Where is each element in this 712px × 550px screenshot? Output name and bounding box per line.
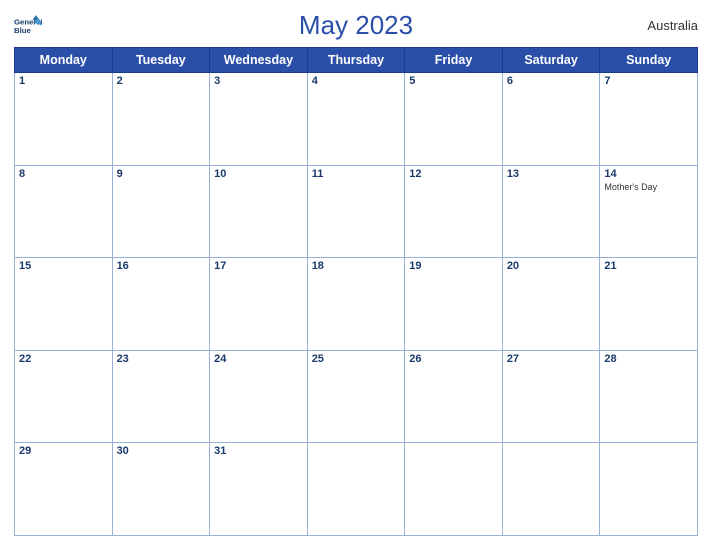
calendar-day-cell — [307, 443, 405, 536]
calendar-day-cell: 22 — [15, 350, 113, 443]
day-number: 25 — [312, 353, 401, 365]
calendar-week-row: 1234567 — [15, 73, 698, 166]
day-number: 2 — [117, 75, 206, 87]
day-number: 13 — [507, 168, 596, 180]
calendar-table: Monday Tuesday Wednesday Thursday Friday… — [14, 47, 698, 536]
day-number: 16 — [117, 260, 206, 272]
header-monday: Monday — [15, 48, 113, 73]
day-number: 23 — [117, 353, 206, 365]
calendar-day-cell: 20 — [502, 258, 600, 351]
header-saturday: Saturday — [502, 48, 600, 73]
calendar-day-cell: 30 — [112, 443, 210, 536]
calendar-day-cell: 28 — [600, 350, 698, 443]
calendar-day-cell: 15 — [15, 258, 113, 351]
calendar-day-cell: 31 — [210, 443, 308, 536]
day-number: 1 — [19, 75, 108, 87]
header-thursday: Thursday — [307, 48, 405, 73]
day-number: 12 — [409, 168, 498, 180]
event-label: Mother's Day — [604, 182, 693, 192]
calendar-week-row: 22 23 24 25 26 27 28 — [15, 350, 698, 443]
calendar-day-cell: 23 — [112, 350, 210, 443]
calendar-day-cell: 13 — [502, 165, 600, 258]
day-number: 6 — [507, 75, 596, 87]
header-friday: Friday — [405, 48, 503, 73]
calendar-day-cell: 6 — [502, 73, 600, 166]
day-number: 29 — [19, 445, 108, 457]
day-number: 28 — [604, 353, 693, 365]
day-number: 5 — [409, 75, 498, 87]
calendar-header: General Blue May 2023 Australia — [14, 10, 698, 41]
day-number: 14 — [604, 168, 693, 180]
calendar-day-cell: 14 Mother's Day — [600, 165, 698, 258]
weekday-header-row: Monday Tuesday Wednesday Thursday Friday… — [15, 48, 698, 73]
day-number: 8 — [19, 168, 108, 180]
calendar-week-row: 89 10 11 12 13 14 Mother's Day — [15, 165, 698, 258]
calendar-day-cell: 27 — [502, 350, 600, 443]
calendar-day-cell: 11 — [307, 165, 405, 258]
calendar-day-cell: 12 — [405, 165, 503, 258]
calendar-week-row: 15 16 17 18 19 20 21 — [15, 258, 698, 351]
calendar-day-cell: 9 — [112, 165, 210, 258]
calendar-day-cell: 17 — [210, 258, 308, 351]
header-sunday: Sunday — [600, 48, 698, 73]
svg-text:Blue: Blue — [14, 26, 32, 35]
calendar-day-cell: 2 — [112, 73, 210, 166]
day-number: 22 — [19, 353, 108, 365]
calendar-day-cell: 5 — [405, 73, 503, 166]
day-number: 19 — [409, 260, 498, 272]
calendar-day-cell: 21 — [600, 258, 698, 351]
day-number: 15 — [19, 260, 108, 272]
logo: General Blue — [14, 12, 42, 40]
day-number: 26 — [409, 353, 498, 365]
day-number: 10 — [214, 168, 303, 180]
calendar-day-cell: 26 — [405, 350, 503, 443]
calendar-day-cell: 19 — [405, 258, 503, 351]
calendar-day-cell: 29 — [15, 443, 113, 536]
day-number: 20 — [507, 260, 596, 272]
calendar-day-cell: 7 — [600, 73, 698, 166]
day-number: 30 — [117, 445, 206, 457]
day-number: 7 — [604, 75, 693, 87]
calendar-day-cell: 24 — [210, 350, 308, 443]
day-number: 9 — [117, 168, 206, 180]
calendar-title: May 2023 — [299, 10, 413, 41]
day-number: 18 — [312, 260, 401, 272]
day-number: 11 — [312, 168, 401, 180]
calendar-day-cell: 3 — [210, 73, 308, 166]
calendar-day-cell: 25 — [307, 350, 405, 443]
header-wednesday: Wednesday — [210, 48, 308, 73]
calendar-day-cell: 4 — [307, 73, 405, 166]
calendar-wrapper: General Blue May 2023 Australia Monday T… — [0, 0, 712, 550]
calendar-day-cell: 18 — [307, 258, 405, 351]
calendar-day-cell: 8 — [15, 165, 113, 258]
day-number: 3 — [214, 75, 303, 87]
day-number: 27 — [507, 353, 596, 365]
calendar-day-cell: 10 — [210, 165, 308, 258]
calendar-day-cell: 16 — [112, 258, 210, 351]
calendar-week-row: 29 30 31 — [15, 443, 698, 536]
country-label: Australia — [647, 18, 698, 33]
header-tuesday: Tuesday — [112, 48, 210, 73]
day-number: 24 — [214, 353, 303, 365]
logo-bird-icon: General Blue — [14, 12, 42, 40]
day-number: 21 — [604, 260, 693, 272]
calendar-day-cell — [502, 443, 600, 536]
calendar-day-cell: 1 — [15, 73, 113, 166]
day-number: 17 — [214, 260, 303, 272]
day-number: 31 — [214, 445, 303, 457]
day-number: 4 — [312, 75, 401, 87]
calendar-day-cell — [405, 443, 503, 536]
calendar-day-cell — [600, 443, 698, 536]
